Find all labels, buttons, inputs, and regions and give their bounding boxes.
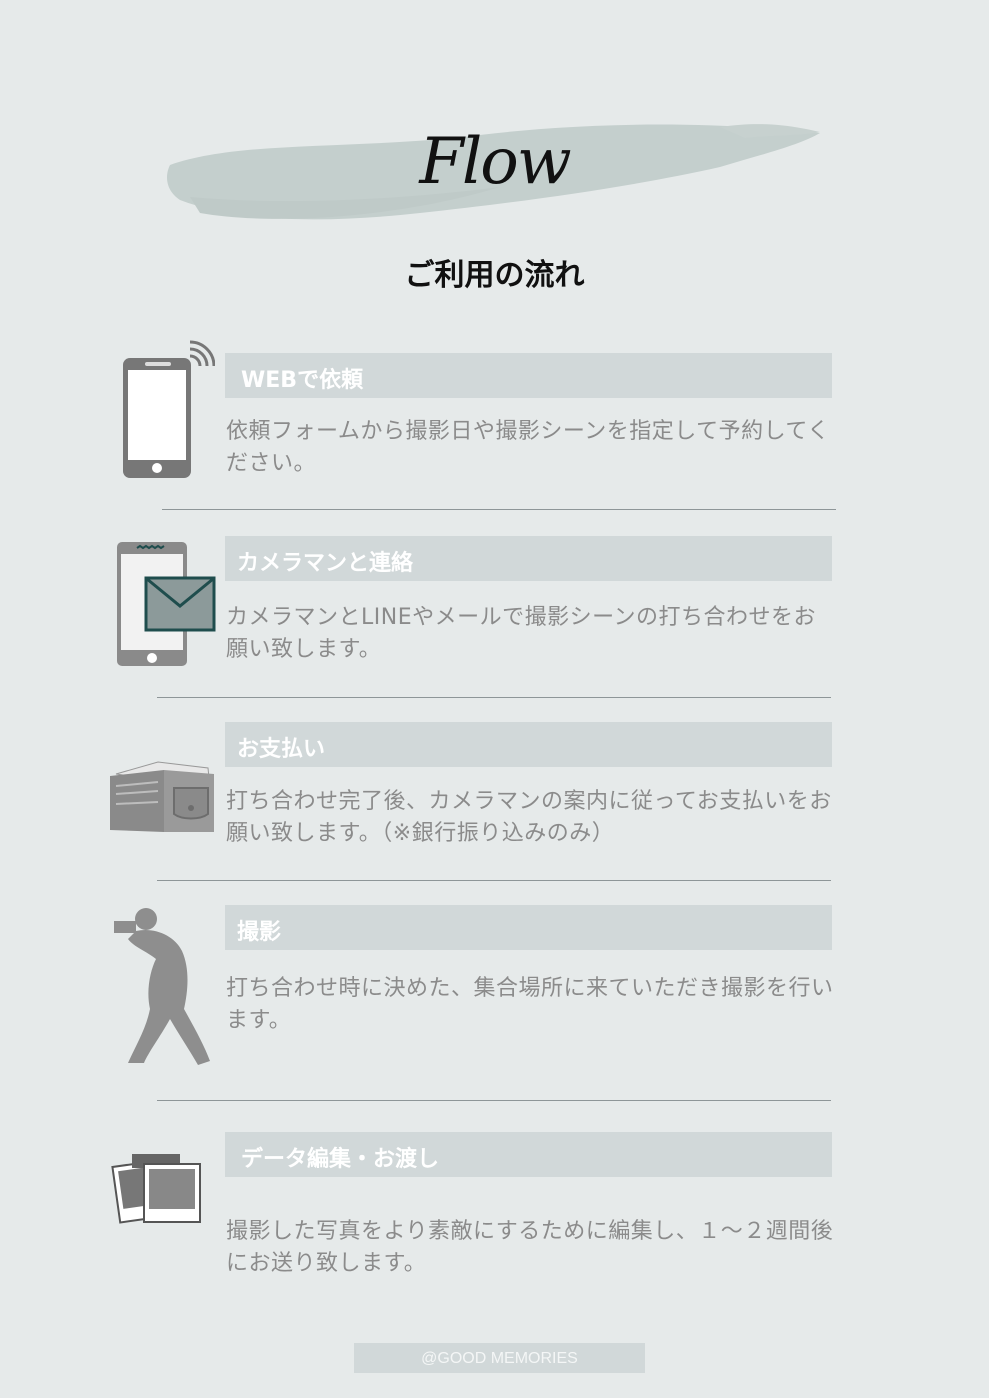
step-header: お支払い xyxy=(225,722,832,767)
step-divider xyxy=(157,697,831,698)
step-heading: カメラマンと連絡 xyxy=(237,551,414,576)
flow-title: Flow xyxy=(419,125,571,199)
step-description: カメラマンとLINEやメールで撮影シーンの打ち合わせをお願い致します。 xyxy=(226,605,817,662)
step-heading: 撮影 xyxy=(237,920,282,945)
photos-icon xyxy=(111,1154,201,1224)
step-heading: WEBで依頼 xyxy=(241,368,364,393)
step-description: 打ち合わせ時に決めた、集合場所に来ていただき撮影を行います。 xyxy=(226,976,834,1033)
step-description: 撮影した写真をより素敵にするために編集し、１～２週間後にお送り致します。 xyxy=(226,1219,834,1276)
step-divider xyxy=(157,880,831,881)
photographer-icon xyxy=(114,908,210,1065)
smartphone-icon xyxy=(123,340,215,478)
step-header: データ編集・お渡し xyxy=(225,1132,832,1177)
footer-text: @GOOD MEMORIES xyxy=(421,1350,578,1367)
step-divider xyxy=(157,1100,831,1101)
wallet-icon xyxy=(110,761,214,832)
step-header: 撮影 xyxy=(225,905,832,950)
step-header: カメラマンと連絡 xyxy=(225,536,832,581)
footer-badge: @GOOD MEMORIES xyxy=(354,1343,645,1373)
step-header: WEBで依頼 xyxy=(225,353,832,398)
step-divider xyxy=(162,509,836,510)
page-subtitle: ご利用の流れ xyxy=(404,258,585,293)
step-heading: データ編集・お渡し xyxy=(241,1147,440,1172)
step-heading: お支払い xyxy=(237,737,326,762)
step-description: 依頼フォームから撮影日や撮影シーンを指定して予約してください。 xyxy=(226,419,830,476)
message-phone-icon xyxy=(117,542,216,666)
step-description: 打ち合わせ完了後、カメラマンの案内に従ってお支払いをお願い致します。（※銀行振り… xyxy=(226,789,832,846)
